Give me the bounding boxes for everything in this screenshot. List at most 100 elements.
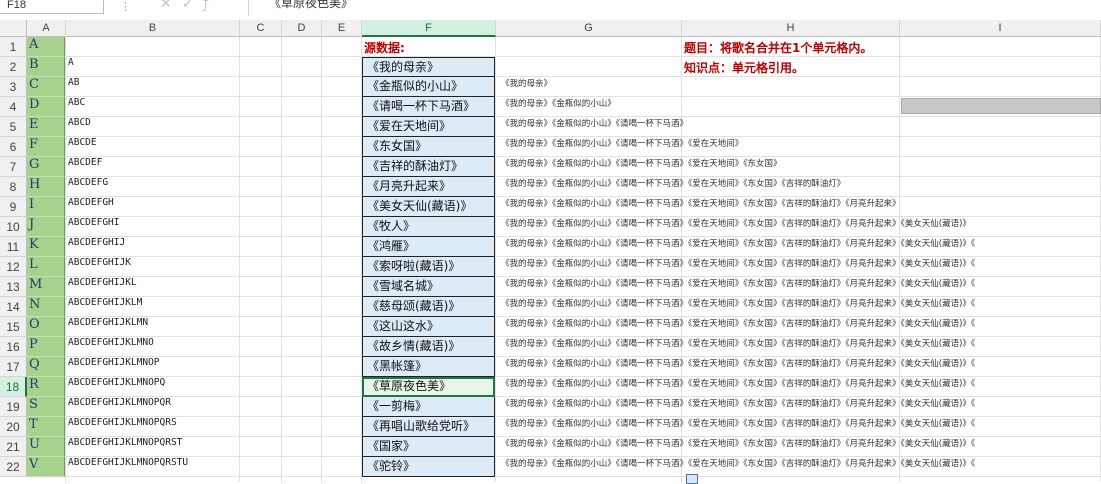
cell-a1[interactable]: A bbox=[27, 37, 65, 57]
cell-a12[interactable]: L bbox=[27, 257, 65, 277]
row-header-16[interactable]: 16 bbox=[0, 337, 27, 357]
row-header-3[interactable]: 3 bbox=[0, 77, 27, 97]
cell-b13[interactable]: ABCDEFGHIJKL bbox=[66, 277, 137, 297]
cell-b14[interactable]: ABCDEFGHIJKLM bbox=[66, 297, 142, 317]
concat-cell-g9[interactable]: 《我的母亲》《金瓶似的小山》《请喝一杯下马酒》《爱在天地间》《东女国》《吉祥的酥… bbox=[501, 197, 901, 217]
row-header-11[interactable]: 11 bbox=[0, 237, 27, 257]
cell-a14[interactable]: N bbox=[27, 297, 65, 317]
cell-a17[interactable]: Q bbox=[27, 357, 65, 377]
row-header-9[interactable]: 9 bbox=[0, 197, 27, 217]
song-cell-f9[interactable]: 《美女天仙(藏语)》 bbox=[362, 197, 495, 217]
column-header-a[interactable]: A bbox=[27, 20, 66, 37]
song-cell-f16[interactable]: 《故乡情(藏语)》 bbox=[362, 337, 495, 357]
cell-b1[interactable] bbox=[66, 37, 68, 57]
cell-b5[interactable]: ABCD bbox=[66, 117, 91, 137]
row-header-19[interactable]: 19 bbox=[0, 397, 27, 417]
cell-b19[interactable]: ABCDEFGHIJKLMNOPQR bbox=[66, 397, 171, 417]
cell-b4[interactable]: ABC bbox=[66, 97, 85, 117]
concat-cell-g20[interactable]: 《我的母亲》《金瓶似的小山》《请喝一杯下马酒》《爱在天地间》《东女国》《吉祥的酥… bbox=[501, 417, 975, 437]
concat-cell-g11[interactable]: 《我的母亲》《金瓶似的小山》《请喝一杯下马酒》《爱在天地间》《东女国》《吉祥的酥… bbox=[501, 237, 975, 257]
concat-cell-g13[interactable]: 《我的母亲》《金瓶似的小山》《请喝一杯下马酒》《爱在天地间》《东女国》《吉祥的酥… bbox=[501, 277, 975, 297]
cell-b8[interactable]: ABCDEFG bbox=[66, 177, 108, 197]
cancel-icon[interactable]: ✕ bbox=[160, 0, 182, 12]
column-header-h[interactable]: H bbox=[682, 20, 900, 37]
name-box[interactable]: F18 bbox=[0, 0, 104, 14]
cell-b7[interactable]: ABCDEF bbox=[66, 157, 102, 177]
cell-a4[interactable]: D bbox=[27, 97, 65, 117]
task-title-note[interactable]: 题目：将歌名合并在1个单元格内。 bbox=[684, 39, 872, 56]
song-cell-f18[interactable]: 《草原夜色美》 bbox=[362, 377, 495, 397]
cell-b22[interactable]: ABCDEFGHIJKLMNOPQRSTU bbox=[66, 457, 188, 477]
cell-a18[interactable]: R bbox=[27, 377, 65, 397]
row-header-10[interactable]: 10 bbox=[0, 217, 27, 237]
song-cell-f10[interactable]: 《牧人》 bbox=[362, 217, 495, 237]
row-header-6[interactable]: 6 bbox=[0, 137, 27, 157]
row-header-14[interactable]: 14 bbox=[0, 297, 27, 317]
cell-a16[interactable]: P bbox=[27, 337, 65, 357]
song-cell-f17[interactable]: 《黑帐篷》 bbox=[362, 357, 495, 377]
song-cell-f21[interactable]: 《国家》 bbox=[362, 437, 495, 457]
row-header-1[interactable]: 1 bbox=[0, 37, 27, 57]
knowledge-point-note[interactable]: 知识点：单元格引用。 bbox=[684, 59, 804, 76]
cell-b10[interactable]: ABCDEFGHI bbox=[66, 217, 119, 237]
column-header-e[interactable]: E bbox=[322, 20, 362, 37]
song-cell-f20[interactable]: 《再唱山歌给党听》 bbox=[362, 417, 495, 437]
paste-options-icon[interactable] bbox=[686, 474, 698, 484]
concat-cell-g4[interactable]: 《我的母亲》《金瓶似的小山》 bbox=[501, 97, 616, 117]
concat-cell-g10[interactable]: 《我的母亲》《金瓶似的小山》《请喝一杯下马酒》《爱在天地间》《东女国》《吉祥的酥… bbox=[501, 217, 971, 237]
song-cell-f11[interactable]: 《鸿雁》 bbox=[362, 237, 495, 257]
concat-cell-g21[interactable]: 《我的母亲》《金瓶似的小山》《请喝一杯下马酒》《爱在天地间》《东女国》《吉祥的酥… bbox=[501, 437, 975, 457]
cell-a10[interactable]: J bbox=[27, 217, 65, 237]
concat-cell-g12[interactable]: 《我的母亲》《金瓶似的小山》《请喝一杯下马酒》《爱在天地间》《东女国》《吉祥的酥… bbox=[501, 257, 975, 277]
cell-a2[interactable]: B bbox=[27, 57, 65, 77]
cell-b9[interactable]: ABCDEFGH bbox=[66, 197, 114, 217]
cell-a22[interactable]: V bbox=[27, 457, 65, 477]
song-cell-f5[interactable]: 《爱在天地间》 bbox=[362, 117, 495, 137]
row-header-2[interactable]: 2 bbox=[0, 57, 27, 77]
row-header-18[interactable]: 18 bbox=[0, 377, 27, 397]
row-header-21[interactable]: 21 bbox=[0, 437, 27, 457]
spreadsheet-grid[interactable]: ABCDEFGHI 1 2 3 4 5 6 7 8 9 10 11 12 13 14 15 16 17 18 19 2… bbox=[0, 20, 1101, 484]
source-data-label[interactable]: 源数据: bbox=[364, 39, 405, 56]
concat-cell-g22[interactable]: 《我的母亲》《金瓶似的小山》《请喝一杯下马酒》《爱在天地间》《东女国》《吉祥的酥… bbox=[501, 457, 975, 477]
cell-a19[interactable]: S bbox=[27, 397, 65, 417]
cell-a9[interactable]: I bbox=[27, 197, 65, 217]
row-header-7[interactable]: 7 bbox=[0, 157, 27, 177]
row-header-15[interactable]: 15 bbox=[0, 317, 27, 337]
song-cell-f12[interactable]: 《索呀啦(藏语)》 bbox=[362, 257, 495, 277]
song-cell-f13[interactable]: 《雪域名城》 bbox=[362, 277, 495, 297]
concat-cell-g5[interactable]: 《我的母亲》《金瓶似的小山》《请喝一杯下马酒》 bbox=[501, 117, 688, 137]
concat-cell-g19[interactable]: 《我的母亲》《金瓶似的小山》《请喝一杯下马酒》《爱在天地间》《东女国》《吉祥的酥… bbox=[501, 397, 975, 417]
cell-b3[interactable]: AB bbox=[66, 77, 79, 97]
song-cell-f14[interactable]: 《慈母颂(藏语)》 bbox=[362, 297, 495, 317]
cell-a21[interactable]: U bbox=[27, 437, 65, 457]
column-header-f[interactable]: F bbox=[362, 20, 496, 37]
row-header-8[interactable]: 8 bbox=[0, 177, 27, 197]
cell-b20[interactable]: ABCDEFGHIJKLMNOPQRS bbox=[66, 417, 177, 437]
cell-b2[interactable]: A bbox=[66, 57, 74, 77]
concat-cell-g3[interactable]: 《我的母亲》 bbox=[501, 77, 552, 97]
concat-cell-g8[interactable]: 《我的母亲》《金瓶似的小山》《请喝一杯下马酒》《爱在天地间》《东女国》《吉祥的酥… bbox=[501, 177, 845, 197]
column-header-d[interactable]: D bbox=[282, 20, 322, 37]
row-header-17[interactable]: 17 bbox=[0, 357, 27, 377]
cell-a20[interactable]: T bbox=[27, 417, 65, 437]
function-icon[interactable]: ƒ bbox=[203, 0, 218, 12]
concat-cell-g15[interactable]: 《我的母亲》《金瓶似的小山》《请喝一杯下马酒》《爱在天地间》《东女国》《吉祥的酥… bbox=[501, 317, 975, 337]
song-cell-f15[interactable]: 《这山这水》 bbox=[362, 317, 495, 337]
song-cell-f19[interactable]: 《一剪梅》 bbox=[362, 397, 495, 417]
concat-cell-g18[interactable]: 《我的母亲》《金瓶似的小山》《请喝一杯下马酒》《爱在天地间》《东女国》《吉祥的酥… bbox=[501, 377, 975, 397]
row-header-4[interactable]: 4 bbox=[0, 97, 27, 117]
row-header-13[interactable]: 13 bbox=[0, 277, 27, 297]
column-header-c[interactable]: C bbox=[240, 20, 282, 37]
song-cell-f3[interactable]: 《金瓶似的小山》 bbox=[362, 77, 495, 97]
concat-cell-g7[interactable]: 《我的母亲》《金瓶似的小山》《请喝一杯下马酒》《爱在天地间》《东女国》 bbox=[501, 157, 782, 177]
cell-b17[interactable]: ABCDEFGHIJKLMNOP bbox=[66, 357, 160, 377]
formula-input[interactable]: 《草原夜色美》 bbox=[248, 0, 1101, 16]
row-header-20[interactable]: 20 bbox=[0, 417, 27, 437]
song-cell-f6[interactable]: 《东女国》 bbox=[362, 137, 495, 157]
cell-a8[interactable]: H bbox=[27, 177, 65, 197]
cell-b18[interactable]: ABCDEFGHIJKLMNOPQ bbox=[66, 377, 165, 397]
cell-b6[interactable]: ABCDE bbox=[66, 137, 97, 157]
cell-a3[interactable]: C bbox=[27, 77, 65, 97]
cell-b15[interactable]: ABCDEFGHIJKLMN bbox=[66, 317, 148, 337]
